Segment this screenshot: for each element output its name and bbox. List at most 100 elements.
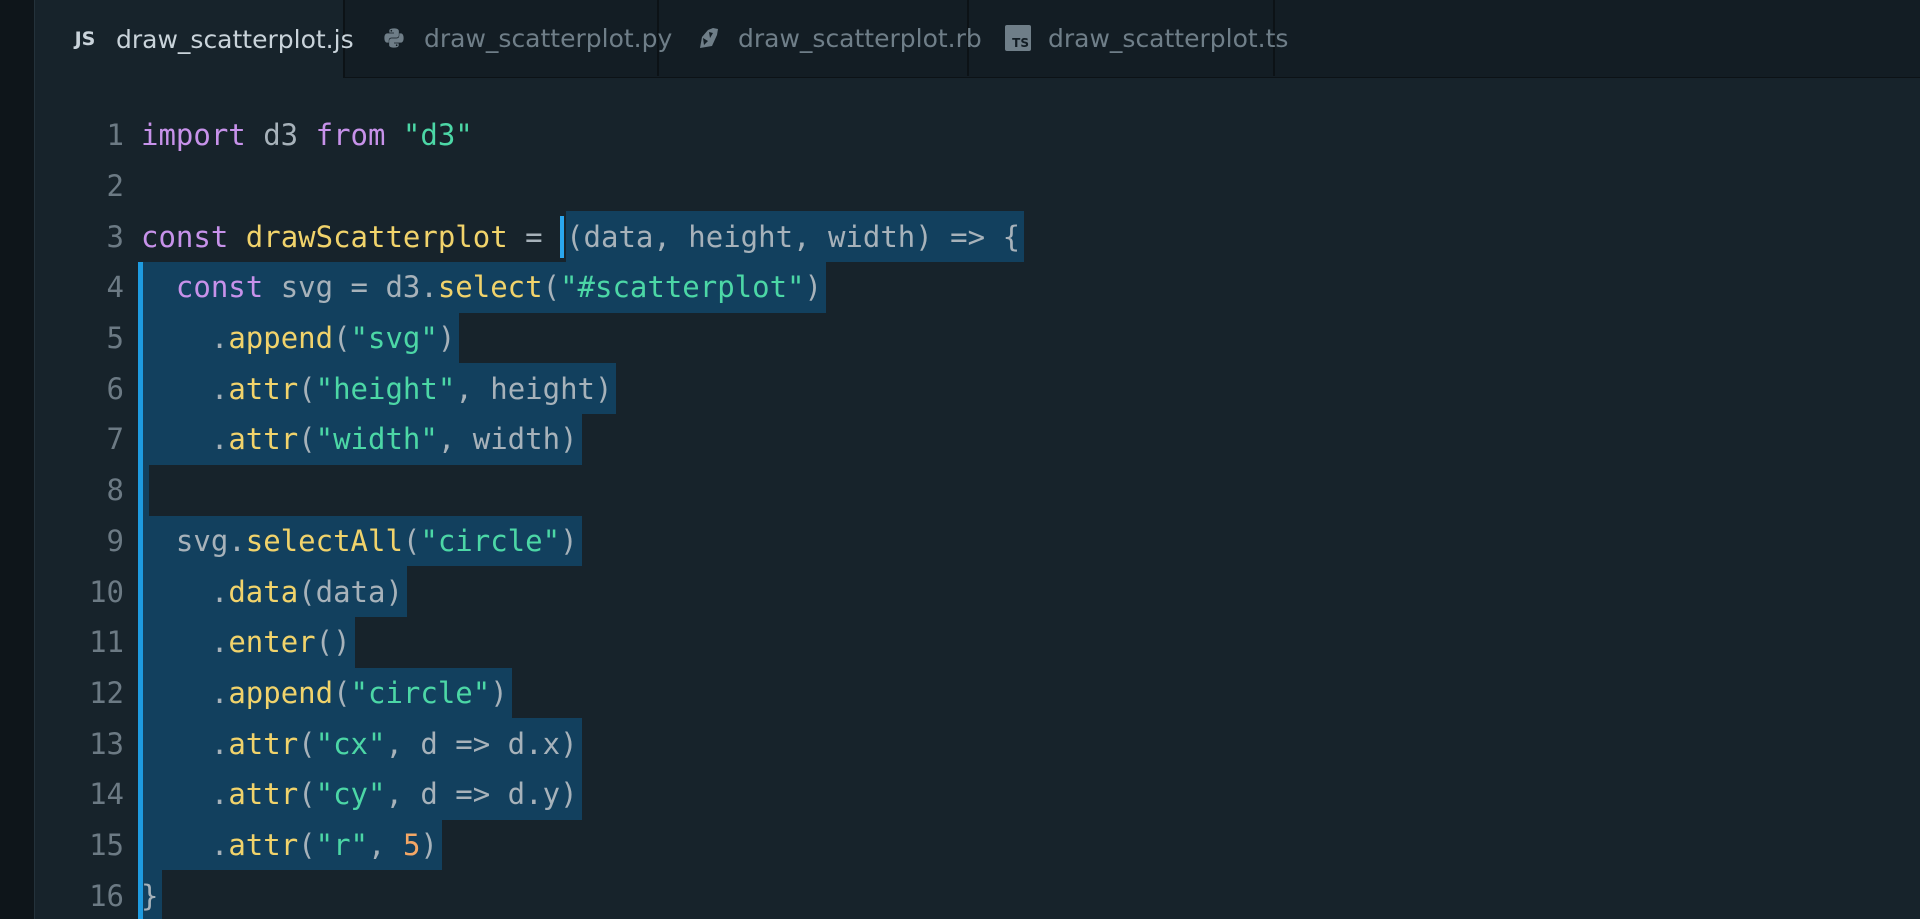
code-token: "width"	[315, 422, 438, 457]
code-text: . attr("width", width)	[138, 414, 582, 465]
code-token: selectAll	[245, 523, 403, 558]
code-editor[interactable]: 1 import d3 from "d3" 2 3 const drawScatterp…	[35, 110, 1920, 919]
code-token: (	[298, 777, 316, 812]
code-text: . attr("height", height)	[137, 363, 617, 415]
selection-highlight: . attr("r", 5)	[141, 819, 442, 871]
code-token: (	[298, 726, 316, 761]
code-line[interactable]: 6 . attr("height", height)	[35, 363, 1920, 415]
line-number: 8	[106, 473, 124, 508]
code-token: .	[141, 574, 229, 609]
code-token: "circle"	[420, 523, 561, 558]
selection-highlight: const svg = d3. select("#scatterplot")	[141, 262, 826, 313]
tab-draw-scatterplot-rb[interactable]: draw_scatterplot.rb	[659, 0, 982, 76]
code-line[interactable]: 5 . append("svg")	[35, 312, 1920, 364]
code-token: append	[228, 675, 334, 710]
selection-highlight: }	[141, 870, 163, 919]
line-number: 16	[89, 878, 124, 913]
code-line[interactable]: 1 import d3 from "d3"	[35, 110, 1920, 161]
code-token: , d => d.y)	[385, 777, 578, 812]
code-token: "circle"	[350, 675, 491, 710]
python-icon	[381, 25, 407, 51]
selection-highlight: . enter()	[141, 616, 355, 668]
tab-draw-scatterplot-js[interactable]: JS draw_scatterplot.js	[35, 0, 354, 78]
code-token: "#scatterplot"	[560, 270, 805, 305]
line-number: 15	[89, 827, 124, 862]
javascript-icon: JS	[74, 28, 96, 50]
selection-highlight: . append("svg")	[141, 312, 460, 364]
line-number: 10	[89, 574, 124, 609]
code-token: )	[804, 270, 822, 305]
code-token: )	[560, 523, 578, 558]
line-number: 6	[106, 371, 124, 406]
code-text: . attr("cy", d => d.y)	[138, 768, 582, 820]
code-text: . append("circle")	[138, 667, 512, 719]
code-text: svg. selectAll("circle")	[138, 515, 582, 567]
code-token: d3	[245, 118, 316, 153]
selection-highlight: (data, height, width) => {	[566, 211, 1025, 263]
code-token: }	[141, 878, 159, 913]
line-number: 13	[89, 726, 124, 761]
code-token: const	[175, 270, 264, 305]
selection-highlight: . attr("cy", d => d.y)	[141, 768, 582, 820]
code-line[interactable]: 12 . append("circle")	[35, 667, 1920, 719]
code-token: "height"	[315, 371, 456, 406]
code-token: attr	[228, 777, 299, 812]
code-token: (	[333, 675, 351, 710]
code-token: "cx"	[315, 726, 386, 761]
code-token: 5	[402, 827, 421, 862]
code-line[interactable]: 9 svg. selectAll("circle")	[35, 515, 1920, 567]
tab-label: draw_scatterplot.rb	[738, 23, 982, 53]
code-token: select	[437, 270, 543, 305]
selection-highlight: . data (data)	[141, 566, 407, 617]
code-token: )	[420, 827, 438, 862]
code-token: ()	[315, 625, 351, 660]
code-line[interactable]: 3 const drawScatterplot = (data, height, …	[35, 211, 1920, 263]
code-token: (	[298, 422, 316, 457]
code-line[interactable]: 10 . data (data)	[35, 566, 1920, 617]
code-token: (	[333, 321, 351, 356]
code-token: attr	[228, 726, 299, 761]
code-token: =	[507, 219, 561, 254]
tab-label: draw_scatterplot.js	[116, 24, 354, 54]
line-number: 2	[106, 169, 124, 204]
selection-highlight: . attr("height", height)	[141, 363, 617, 415]
code-token: const	[141, 219, 229, 254]
code-token: attr	[228, 827, 299, 862]
line-number: 14	[89, 777, 124, 812]
code-line[interactable]: 7 . attr("width", width)	[35, 414, 1920, 465]
code-line[interactable]: 13 . attr("cx", d => d.x)	[35, 718, 1920, 769]
selection-highlight: . append("circle")	[141, 667, 512, 719]
code-text: . enter()	[138, 616, 355, 668]
line-number: 1	[106, 118, 124, 153]
line-number: 11	[89, 625, 124, 660]
code-line[interactable]: 15 . attr("r", 5)	[35, 819, 1920, 871]
line-number: 3	[106, 219, 124, 254]
selection-highlight	[141, 464, 149, 516]
code-text: . append("svg")	[137, 312, 460, 364]
code-token: .	[141, 371, 229, 406]
code-token: svg.	[141, 523, 246, 558]
code-line[interactable]: 2	[35, 161, 1920, 212]
code-token: "d3"	[402, 118, 473, 153]
code-text: . attr("cx", d => d.x)	[138, 718, 582, 769]
code-editor-window: JS draw_scatterplot.js draw_scatterplot.py…	[34, 0, 1920, 919]
code-line[interactable]: 16}	[35, 870, 1920, 919]
code-line[interactable]: 8	[35, 464, 1920, 516]
selection-highlight: svg. selectAll("circle")	[141, 515, 582, 567]
line-number: 9	[106, 523, 124, 558]
code-token: .	[141, 422, 229, 457]
code-token: .	[141, 675, 229, 710]
code-token: "r"	[315, 827, 369, 862]
code-token: "svg"	[350, 321, 438, 356]
code-line[interactable]: 4 const svg = d3. select("#scatterplot")	[35, 262, 1920, 313]
tab-draw-scatterplot-py[interactable]: draw_scatterplot.py	[345, 0, 672, 76]
code-line[interactable]: 11 . enter()	[35, 616, 1920, 668]
tab-label: draw_scatterplot.ts	[1048, 23, 1289, 53]
tab-draw-scatterplot-ts[interactable]: TS draw_scatterplot.ts	[969, 0, 1288, 76]
code-token: attr	[228, 422, 299, 457]
code-line[interactable]: 14 . attr("cy", d => d.y)	[35, 768, 1920, 820]
code-text: }	[137, 870, 163, 919]
